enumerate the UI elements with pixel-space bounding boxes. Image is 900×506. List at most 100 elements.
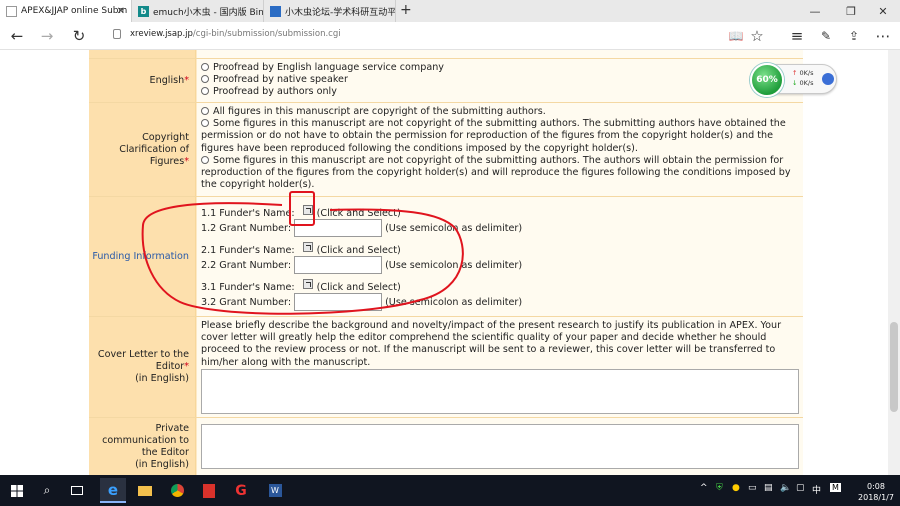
file-explorer-icon[interactable]	[132, 478, 158, 503]
copyright-option[interactable]: Some figures in this manuscript are not …	[201, 118, 800, 155]
windows-taskbar: ⌕ e G W ^ ⛨ ● ▭ ▤ 🔈 ▢ 中 M 0:08 2018/1/7	[0, 475, 900, 506]
form-row-private-communication: Private communication to the Editor (in …	[89, 418, 803, 475]
grant-3-number: 3.2 Grant Number: (Use semicolon as delim…	[201, 293, 522, 311]
radio-button[interactable]	[201, 63, 209, 71]
task-view-icon[interactable]	[64, 478, 90, 503]
private-communication-label: Private communication to the Editor (in …	[89, 418, 196, 475]
new-tab-icon[interactable]: +	[400, 2, 412, 18]
private-communication-textarea[interactable]	[201, 424, 799, 469]
english-option[interactable]: Proofread by authors only	[201, 86, 800, 98]
favorite-star-icon[interactable]: ☆	[746, 25, 768, 47]
more-icon[interactable]: ⋯	[872, 25, 894, 47]
copyright-label: Copyright Clarification of Figures*	[89, 103, 196, 196]
cover-letter-textarea[interactable]	[201, 369, 799, 414]
volume-icon[interactable]: 🔈	[780, 483, 791, 493]
search-icon[interactable]: ⌕	[34, 478, 60, 503]
cover-letter-label: Cover Letter to the Editor* (in English)	[89, 317, 196, 417]
tab-label: 小木虫论坛-学术科研互动平	[285, 7, 396, 18]
english-option[interactable]: Proofread by native speaker	[201, 74, 800, 86]
web-note-icon[interactable]: ✎	[815, 25, 837, 47]
tab-bing[interactable]: b emuch小木虫 - 国内版 Bing	[132, 0, 264, 22]
maximize-icon[interactable]: ❐	[834, 0, 868, 22]
share-icon[interactable]: ⇪	[843, 25, 865, 47]
row-content	[197, 50, 803, 58]
form-row-previous	[89, 50, 803, 59]
radio-button[interactable]	[201, 87, 209, 96]
cpu-gauge-icon: 60%	[750, 63, 784, 97]
grant-1-number: 1.2 Grant Number: (Use semicolon as delim…	[201, 219, 522, 237]
required-mark: *	[184, 361, 189, 372]
word-icon[interactable]: W	[262, 478, 288, 503]
pdf-reader-icon[interactable]	[196, 478, 222, 503]
radio-button[interactable]	[201, 119, 209, 128]
app-g-icon[interactable]: G	[228, 478, 254, 503]
ime-mode[interactable]: M	[830, 483, 841, 492]
browser-tab-bar: APEX&JJAP online Subm ✕ b emuch小木虫 - 国内版…	[0, 0, 900, 22]
radio-button[interactable]	[201, 75, 209, 84]
battery-icon[interactable]: ▭	[748, 483, 757, 493]
bing-icon: b	[138, 5, 149, 17]
funder-1-name: 1.1 Funder's Name: (Click and Select)	[201, 205, 401, 220]
tab-emuch-forum[interactable]: 小木虫论坛-学术科研互动平	[264, 0, 396, 22]
private-communication-content	[197, 418, 803, 475]
tray-app-icon[interactable]: ●	[732, 483, 740, 493]
input-language[interactable]: 中	[812, 483, 821, 496]
funder-select-icon[interactable]	[302, 205, 313, 215]
funder-select-icon[interactable]	[302, 242, 313, 252]
english-option[interactable]: Proofread by English language service co…	[201, 62, 800, 74]
network-speed-widget[interactable]: 60% ↑ 0K/s ↓ 0K/s	[750, 63, 837, 97]
refresh-icon[interactable]: ↻	[68, 25, 90, 47]
chrome-icon[interactable]	[164, 478, 190, 503]
accelerator-icon[interactable]	[822, 73, 834, 85]
forum-icon	[270, 5, 281, 17]
english-label: English*	[89, 59, 196, 102]
lock-icon	[113, 29, 121, 39]
funder-select-icon[interactable]	[302, 279, 313, 289]
tab-label: APEX&JJAP online Subm	[21, 6, 128, 16]
hub-icon[interactable]: ≡	[786, 25, 808, 47]
address-bar: ← → ↻ xreview.jsap.jp/cgi-bin/submission…	[0, 22, 900, 50]
download-speed: 0K/s	[799, 79, 814, 87]
url-field[interactable]: xreview.jsap.jp/cgi-bin/submission/submi…	[130, 29, 341, 39]
grant-number-input[interactable]	[294, 293, 383, 311]
network-icon[interactable]: ▤	[764, 483, 773, 493]
page-viewport: English* Proofread by English language s…	[0, 50, 900, 475]
funder-3-name: 3.1 Funder's Name: (Click and Select)	[201, 279, 401, 294]
copyright-option[interactable]: Some figures in this manuscript are not …	[201, 155, 800, 192]
form-row-cover-letter: Cover Letter to the Editor* (in English)…	[89, 317, 803, 418]
required-mark: *	[184, 74, 189, 86]
reading-view-icon[interactable]: 📖	[725, 25, 747, 47]
copyright-options: All figures in this manuscript are copyr…	[197, 103, 803, 196]
tab-label: emuch小木虫 - 国内版 Bing	[153, 7, 264, 18]
copyright-option[interactable]: All figures in this manuscript are copyr…	[201, 106, 800, 118]
submission-form: English* Proofread by English language s…	[89, 50, 803, 475]
grant-number-input[interactable]	[294, 219, 383, 237]
funding-label: Funding Information	[89, 197, 196, 316]
english-options: Proofread by English language service co…	[197, 59, 803, 102]
edge-browser-icon[interactable]: e	[100, 478, 126, 503]
defender-icon[interactable]: ⛨	[716, 483, 723, 493]
tray-expand-icon[interactable]: ^	[700, 483, 708, 493]
upload-speed: 0K/s	[799, 69, 814, 77]
radio-button[interactable]	[201, 155, 209, 164]
minimize-icon[interactable]: —	[798, 0, 832, 22]
scrollbar-thumb[interactable]	[890, 322, 898, 412]
grant-number-input[interactable]	[294, 256, 383, 274]
cover-letter-content: Please briefly describe the background a…	[197, 317, 803, 417]
radio-button[interactable]	[201, 107, 209, 115]
funder-2-name: 2.1 Funder's Name: (Click and Select)	[201, 242, 401, 257]
page-icon	[6, 5, 17, 17]
download-arrow-icon: ↓	[792, 79, 800, 87]
close-tab-icon[interactable]: ✕	[117, 6, 125, 17]
action-center-icon[interactable]: ▢	[796, 483, 805, 493]
close-window-icon[interactable]: ✕	[866, 0, 900, 22]
upload-arrow-icon: ↑	[792, 69, 800, 77]
back-icon[interactable]: ←	[6, 25, 28, 47]
tab-apex-submission[interactable]: APEX&JJAP online Subm ✕	[0, 0, 132, 22]
vertical-scrollbar[interactable]	[888, 50, 900, 475]
row-label	[89, 50, 196, 58]
forward-icon[interactable]: →	[36, 25, 58, 47]
start-icon[interactable]	[4, 478, 30, 503]
clock[interactable]: 0:08 2018/1/7	[856, 481, 896, 503]
grant-2-number: 2.2 Grant Number: (Use semicolon as delim…	[201, 256, 522, 274]
